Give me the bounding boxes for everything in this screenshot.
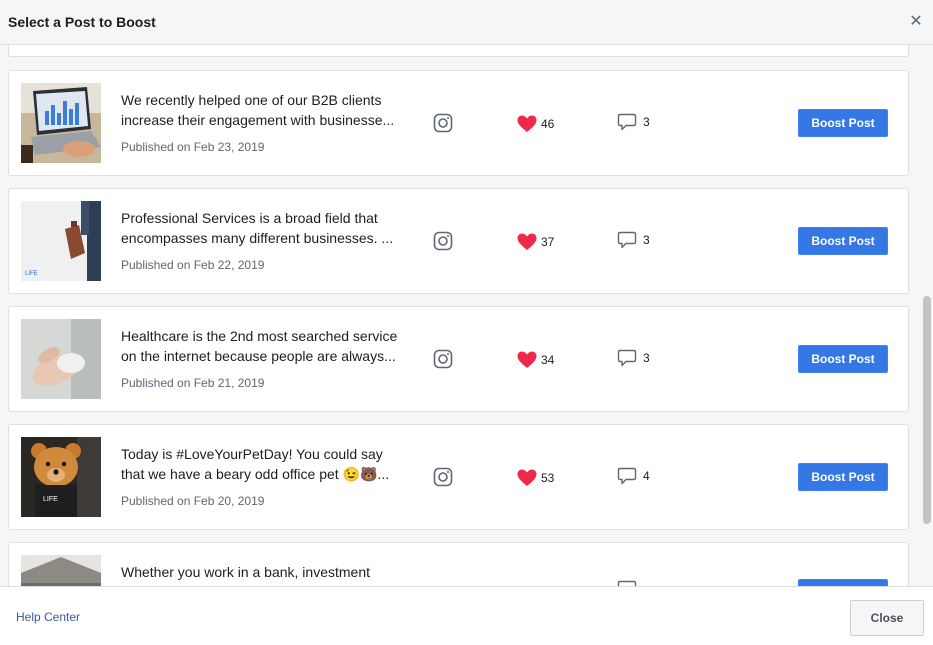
post-card: Whether you work in a bank, investment — [8, 542, 909, 586]
post-text: Professional Services is a broad field t… — [121, 208, 413, 248]
close-icon[interactable]: ✕ — [909, 12, 923, 32]
svg-text:LIFE: LIFE — [43, 496, 58, 503]
post-card — [8, 45, 909, 57]
likes-value: 46 — [541, 117, 555, 131]
comments-count: 3 — [617, 112, 650, 132]
likes-value: 34 — [541, 353, 555, 367]
close-button[interactable]: Close — [850, 600, 924, 636]
dialog-title: Select a Post to Boost — [8, 14, 156, 30]
instagram-icon — [433, 467, 453, 487]
heart-icon — [517, 469, 537, 486]
post-text: Whether you work in a bank, investment — [121, 562, 413, 582]
boost-post-button[interactable] — [798, 579, 888, 586]
instagram-icon — [433, 231, 453, 251]
comment-icon — [617, 113, 637, 131]
instagram-icon — [433, 113, 453, 133]
post-card: LIFE Professional Services is a broad fi… — [8, 188, 909, 294]
post-thumbnail — [21, 555, 101, 586]
post-thumbnail: LIFE — [21, 437, 101, 517]
likes-count: 53 — [517, 468, 554, 488]
post-text-line: Professional Services is a broad field t… — [121, 210, 378, 226]
dialog-header: Select a Post to Boost ✕ — [0, 0, 933, 45]
heart-icon — [517, 351, 537, 368]
boost-post-button[interactable]: Boost Post — [798, 345, 888, 373]
post-list[interactable]: We recently helped one of our B2B client… — [0, 45, 933, 586]
comment-icon — [617, 580, 637, 586]
boost-post-button[interactable]: Boost Post — [798, 109, 888, 137]
scrollbar[interactable] — [921, 45, 933, 586]
post-card: Healthcare is the 2nd most searched serv… — [8, 306, 909, 412]
comments-count: 3 — [617, 230, 650, 250]
likes-count: 46 — [517, 114, 554, 134]
post-text-line: Whether you work in a bank, investment — [121, 564, 371, 580]
post-text-line: Today is #LoveYourPetDay! You could say — [121, 446, 383, 462]
comment-icon — [617, 231, 637, 249]
post-thumbnail — [21, 319, 101, 399]
boost-post-button[interactable]: Boost Post — [798, 227, 888, 255]
likes-value: 53 — [541, 471, 555, 485]
post-text-line: on the internet because people are alway… — [121, 348, 396, 364]
svg-text:LIFE: LIFE — [25, 271, 38, 277]
comments-count: 3 — [617, 348, 650, 368]
comments-value: 3 — [643, 115, 650, 129]
likes-value: 37 — [541, 235, 555, 249]
post-thumbnail: LIFE — [21, 201, 101, 281]
post-card: LIFE Today is #LoveYourPetDay! You could… — [8, 424, 909, 530]
post-text: We recently helped one of our B2B client… — [121, 90, 413, 130]
post-date: Published on Feb 20, 2019 — [121, 494, 265, 508]
likes-count: 37 — [517, 232, 554, 252]
scrollbar-thumb[interactable] — [923, 296, 931, 524]
post-date: Published on Feb 21, 2019 — [121, 376, 265, 390]
comments-value: 3 — [643, 233, 650, 247]
help-center-link[interactable]: Help Center — [16, 610, 80, 624]
post-text-line: encompasses many different businesses. .… — [121, 230, 394, 246]
post-text-line: Healthcare is the 2nd most searched serv… — [121, 328, 398, 344]
post-card: We recently helped one of our B2B client… — [8, 70, 909, 176]
likes-count: 34 — [517, 350, 554, 370]
post-thumbnail — [21, 83, 101, 163]
post-text: Today is #LoveYourPetDay! You could say … — [121, 444, 413, 484]
post-date: Published on Feb 23, 2019 — [121, 140, 265, 154]
instagram-icon — [433, 349, 453, 369]
heart-icon — [517, 115, 537, 132]
post-text-line: We recently helped one of our B2B client… — [121, 92, 382, 108]
boost-post-dialog: Select a Post to Boost ✕ We recently hel… — [0, 0, 933, 645]
dialog-footer: Help Center Close — [0, 586, 933, 645]
comments-count — [617, 579, 643, 586]
comments-value: 4 — [643, 469, 650, 483]
post-text: Healthcare is the 2nd most searched serv… — [121, 326, 413, 366]
post-date: Published on Feb 22, 2019 — [121, 258, 265, 272]
comment-icon — [617, 467, 637, 485]
post-text-line: that we have a beary odd office pet 😉🐻..… — [121, 466, 390, 482]
heart-icon — [517, 233, 537, 250]
comments-value: 3 — [643, 351, 650, 365]
post-text-line: increase their engagement with businesse… — [121, 112, 395, 128]
boost-post-button[interactable]: Boost Post — [798, 463, 888, 491]
comment-icon — [617, 349, 637, 367]
comments-count: 4 — [617, 466, 650, 486]
